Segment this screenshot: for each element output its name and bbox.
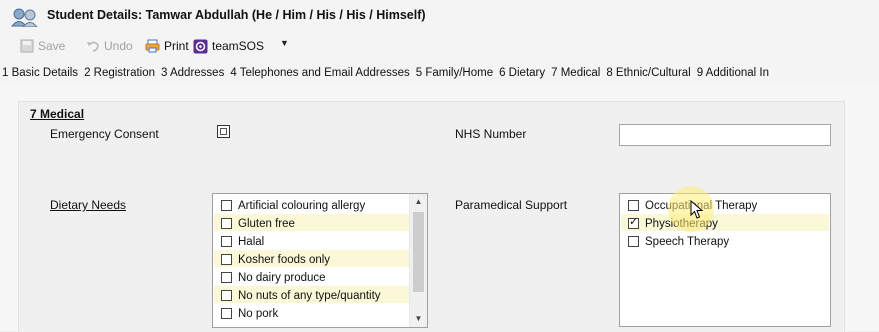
teamsos-button[interactable]: teamSOS: [193, 37, 264, 55]
nhs-number-input[interactable]: [619, 124, 831, 146]
teamsos-label: teamSOS: [212, 39, 265, 53]
title-bar: Student Details: Tamwar Abdullah (He / H…: [0, 0, 879, 33]
print-button[interactable]: Print: [145, 37, 189, 55]
teamsos-icon: [193, 39, 208, 53]
checkbox[interactable]: [221, 272, 232, 283]
checkbox[interactable]: [221, 236, 232, 247]
scrollbar[interactable]: ▲ ▼: [409, 194, 427, 327]
list-item-label: Gluten free: [238, 217, 295, 230]
list-item-label: Speech Therapy: [645, 235, 730, 248]
undo-icon: [87, 41, 99, 52]
list-item-label: Artificial colouring allergy: [238, 199, 366, 212]
printer-icon: [145, 39, 160, 53]
checkbox-checked[interactable]: [628, 215, 639, 229]
section-title: 7 Medical: [30, 107, 84, 121]
mouse-pointer-icon: [690, 200, 704, 219]
tab-medical[interactable]: 7 Medical: [551, 67, 600, 79]
list-item[interactable]: Gluten free: [221, 215, 295, 232]
scroll-up-icon[interactable]: ▲: [410, 194, 427, 210]
window-title: Student Details: Tamwar Abdullah (He / H…: [47, 8, 426, 22]
emergency-consent-checkbox[interactable]: [217, 125, 230, 138]
students-icon: [10, 8, 38, 27]
teamsos-dropdown-icon[interactable]: ▼: [280, 38, 289, 48]
list-item-label: No pork: [238, 307, 279, 320]
checkbox[interactable]: [221, 200, 232, 211]
section-title-text: 7 Medical: [30, 107, 85, 121]
checkbox[interactable]: [221, 254, 232, 265]
floppy-disk-icon: [20, 39, 34, 53]
list-item-label: No dairy produce: [238, 271, 326, 284]
list-item-label: Kosher foods only: [238, 253, 331, 266]
list-item[interactable]: Kosher foods only: [221, 251, 330, 268]
undo-label: Undo: [104, 39, 133, 53]
list-item-label: No nuts of any type/quantity: [238, 289, 381, 302]
paramedical-support-label: Paramedical Support: [455, 198, 568, 212]
scroll-thumb[interactable]: [413, 212, 424, 292]
print-label: Print: [164, 39, 189, 53]
save-button[interactable]: Save: [20, 37, 65, 55]
checkbox[interactable]: [628, 236, 639, 247]
tab-registration[interactable]: 2 Registration: [84, 67, 155, 79]
checkbox[interactable]: [221, 290, 232, 301]
tab-strip: 1 Basic Details 2 Registration 3 Address…: [0, 59, 879, 87]
checkbox[interactable]: [221, 218, 232, 229]
tab-additional-info[interactable]: 9 Additional In: [697, 67, 769, 79]
checkbox[interactable]: [628, 200, 639, 211]
tab-basic-details[interactable]: 1 Basic Details: [2, 67, 78, 79]
tab-family-home[interactable]: 5 Family/Home: [416, 67, 493, 79]
list-item[interactable]: Speech Therapy: [628, 233, 729, 250]
save-label: Save: [38, 39, 66, 53]
list-item-label: Halal: [238, 235, 265, 248]
tab-ethnic-cultural[interactable]: 8 Ethnic/Cultural: [606, 67, 690, 79]
list-item[interactable]: Halal: [221, 233, 264, 250]
tab-addresses[interactable]: 3 Addresses: [161, 67, 224, 79]
checkbox[interactable]: [221, 308, 232, 319]
list-item[interactable]: No pork: [221, 305, 278, 322]
emergency-consent-label: Emergency Consent: [50, 127, 159, 141]
list-item[interactable]: No dairy produce: [221, 269, 326, 286]
undo-button[interactable]: Undo: [86, 37, 133, 55]
paramedical-support-list[interactable]: Occupational Therapy Physiotherapy Speec…: [619, 193, 831, 327]
list-item[interactable]: Artificial colouring allergy: [221, 197, 365, 214]
dietary-needs-list[interactable]: Artificial colouring allergy Gluten free…: [212, 193, 428, 328]
toolbar: Save Undo Print teamSOS: [0, 33, 879, 59]
tab-telephones-email[interactable]: 4 Telephones and Email Addresses: [230, 67, 409, 79]
dietary-needs-label: Dietary Needs: [50, 198, 127, 212]
list-item[interactable]: No nuts of any type/quantity: [221, 287, 381, 304]
nhs-number-label: NHS Number: [455, 127, 527, 141]
scroll-down-icon[interactable]: ▼: [410, 311, 427, 327]
tab-dietary[interactable]: 6 Dietary: [499, 67, 545, 79]
